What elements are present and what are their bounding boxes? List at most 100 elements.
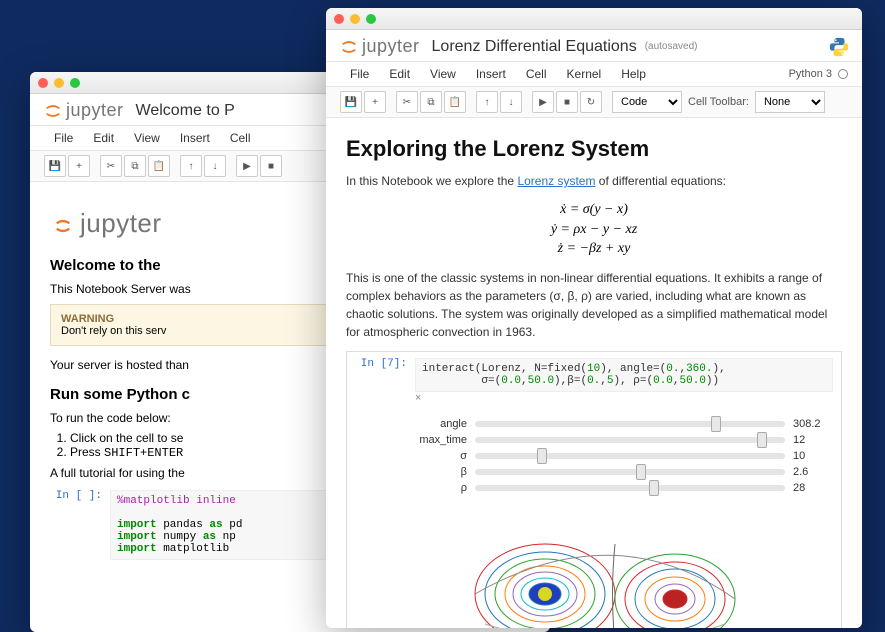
slider-thumb[interactable] xyxy=(636,464,646,480)
slider-label: angle xyxy=(415,418,475,430)
celltoolbar-label: Cell Toolbar: xyxy=(688,96,749,108)
menu-view[interactable]: View xyxy=(124,128,170,148)
interact-sliders: angle 308.2 max_time 12 σ 10 β 2.6 ρ 28 xyxy=(415,418,833,494)
move-up-button[interactable]: ↑ xyxy=(180,155,202,177)
slider-track[interactable] xyxy=(475,469,785,475)
stop-button[interactable]: ■ xyxy=(260,155,282,177)
slider-max_time: max_time 12 xyxy=(415,434,833,446)
intro-paragraph: In this Notebook we explore the Lorenz s… xyxy=(346,172,842,190)
slider-thumb[interactable] xyxy=(649,480,659,496)
warning-text: Don't rely on this serv xyxy=(61,325,166,337)
copy-button[interactable]: ⧉ xyxy=(420,91,442,113)
copy-button[interactable]: ⧉ xyxy=(124,155,146,177)
slider-thumb[interactable] xyxy=(711,416,721,432)
autosaved-label: (autosaved) xyxy=(645,41,698,52)
save-button[interactable]: 💾 xyxy=(44,155,66,177)
restart-button[interactable]: ↻ xyxy=(580,91,602,113)
close-dot[interactable] xyxy=(38,78,48,88)
kernel-status-icon xyxy=(838,69,848,79)
warning-title: WARNING xyxy=(61,313,114,325)
jupyter-logo: jupyter xyxy=(340,36,420,57)
jupyter-logo: jupyter xyxy=(44,100,124,121)
minimize-dot[interactable] xyxy=(54,78,64,88)
slider-track[interactable] xyxy=(475,421,785,427)
widget-close-icon[interactable]: × xyxy=(415,392,833,404)
menu-insert[interactable]: Insert xyxy=(170,128,220,148)
slider-thumb[interactable] xyxy=(537,448,547,464)
logo-text: jupyter xyxy=(362,36,420,57)
save-button[interactable]: 💾 xyxy=(340,91,362,113)
slider-label: β xyxy=(415,466,475,478)
menu-file[interactable]: File xyxy=(340,64,379,84)
cell-prompt: In [7]: xyxy=(355,358,415,370)
cell-source[interactable]: interact(Lorenz, N=fixed(10), angle=(0.,… xyxy=(415,358,833,392)
menubar: File Edit View Insert Cell Kernel Help P… xyxy=(326,62,862,87)
zoom-dot[interactable] xyxy=(70,78,80,88)
equations: ẋ = σ(y − x) ẏ = ρx − y − xz ż = −βz + x… xyxy=(346,200,842,259)
minimize-dot[interactable] xyxy=(350,14,360,24)
slider-thumb[interactable] xyxy=(757,432,767,448)
run-button[interactable]: ▶ xyxy=(236,155,258,177)
header: jupyter Lorenz Differential Equations (a… xyxy=(326,30,862,62)
add-cell-button[interactable]: + xyxy=(364,91,386,113)
lorenz-plot xyxy=(415,504,833,628)
paste-button[interactable]: 📋 xyxy=(148,155,170,177)
slider-value: 308.2 xyxy=(793,418,833,430)
menu-help[interactable]: Help xyxy=(611,64,656,84)
slider-label: max_time xyxy=(415,434,475,446)
code-cell[interactable]: In [7]: interact(Lorenz, N=fixed(10), an… xyxy=(346,351,842,628)
menu-file[interactable]: File xyxy=(44,128,83,148)
slider-label: ρ xyxy=(415,482,475,494)
slider-value: 2.6 xyxy=(793,466,833,478)
move-down-button[interactable]: ↓ xyxy=(204,155,226,177)
page-heading: Exploring the Lorenz System xyxy=(346,136,842,162)
slider-label: σ xyxy=(415,450,475,462)
logo-text: jupyter xyxy=(66,100,124,121)
menu-edit[interactable]: Edit xyxy=(379,64,420,84)
slider-track[interactable] xyxy=(475,453,785,459)
cut-button[interactable]: ✂ xyxy=(100,155,122,177)
paste-button[interactable]: 📋 xyxy=(444,91,466,113)
foreground-notebook-window: jupyter Lorenz Differential Equations (a… xyxy=(326,8,862,628)
slider-β: β 2.6 xyxy=(415,466,833,478)
stop-button[interactable]: ■ xyxy=(556,91,578,113)
slider-track[interactable] xyxy=(475,437,785,443)
slider-σ: σ 10 xyxy=(415,450,833,462)
notebook-title[interactable]: Lorenz Differential Equations xyxy=(432,38,637,56)
kernel-indicator: Python 3 xyxy=(789,68,848,80)
add-cell-button[interactable]: + xyxy=(68,155,90,177)
description-paragraph: This is one of the classic systems in no… xyxy=(346,269,842,341)
python-icon xyxy=(828,36,850,58)
jupyter-icon xyxy=(44,102,62,120)
menu-cell[interactable]: Cell xyxy=(516,64,557,84)
slider-value: 12 xyxy=(793,434,833,446)
slider-value: 10 xyxy=(793,450,833,462)
lorenz-link[interactable]: Lorenz system xyxy=(517,174,595,188)
toolbar: 💾 + ✂ ⧉ 📋 ↑ ↓ ▶ ■ ↻ Code Cell Toolbar: N… xyxy=(326,87,862,118)
slider-ρ: ρ 28 xyxy=(415,482,833,494)
move-up-button[interactable]: ↑ xyxy=(476,91,498,113)
menu-view[interactable]: View xyxy=(420,64,466,84)
run-button[interactable]: ▶ xyxy=(532,91,554,113)
notebook-title[interactable]: Welcome to P xyxy=(136,102,235,120)
titlebar xyxy=(326,8,862,30)
cut-button[interactable]: ✂ xyxy=(396,91,418,113)
slider-track[interactable] xyxy=(475,485,785,491)
celltoolbar-select[interactable]: None xyxy=(755,91,825,113)
menu-kernel[interactable]: Kernel xyxy=(557,64,612,84)
notebook-body: Exploring the Lorenz System In this Note… xyxy=(326,118,862,628)
move-down-button[interactable]: ↓ xyxy=(500,91,522,113)
jupyter-icon xyxy=(50,211,76,237)
slider-value: 28 xyxy=(793,482,833,494)
close-dot[interactable] xyxy=(334,14,344,24)
kernel-name: Python 3 xyxy=(789,68,832,80)
zoom-dot[interactable] xyxy=(366,14,376,24)
body-logo-text: jupyter xyxy=(80,208,162,239)
slider-angle: angle 308.2 xyxy=(415,418,833,430)
jupyter-icon xyxy=(340,38,358,56)
cell-prompt: In [ ]: xyxy=(50,490,110,502)
celltype-select[interactable]: Code xyxy=(612,91,682,113)
menu-insert[interactable]: Insert xyxy=(466,64,516,84)
menu-edit[interactable]: Edit xyxy=(83,128,124,148)
menu-cell[interactable]: Cell xyxy=(220,128,261,148)
